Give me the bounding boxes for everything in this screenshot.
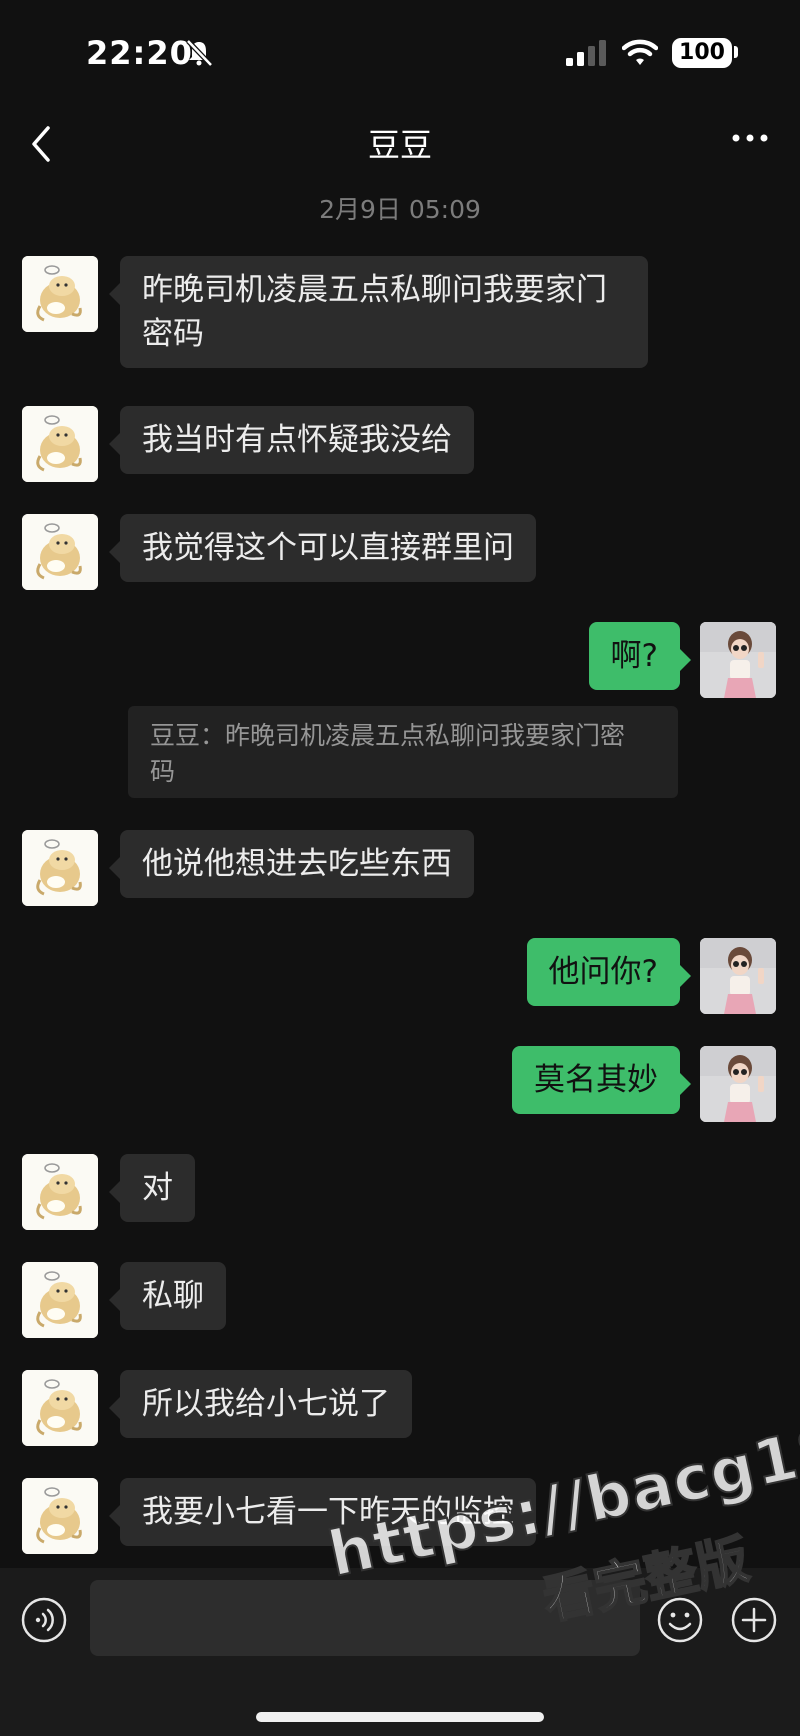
message-bubble-outgoing[interactable]: 啊? [588, 622, 692, 690]
my-avatar[interactable] [700, 622, 776, 698]
message-bubble-incoming[interactable]: 我觉得这个可以直接群里问 [109, 514, 536, 582]
message-bubble-incoming[interactable]: 对 [109, 1154, 195, 1222]
contact-avatar[interactable] [22, 1154, 98, 1230]
contact-avatar[interactable] [22, 406, 98, 482]
message-bubble-incoming[interactable]: 所以我给小七说了 [109, 1370, 412, 1438]
battery-tip [734, 46, 738, 58]
signal-icon [566, 40, 606, 66]
message-input[interactable] [90, 1580, 640, 1656]
message-bubble-incoming[interactable]: 他说他想进去吃些东西 [109, 830, 474, 898]
plus-icon[interactable] [730, 1596, 778, 1644]
contact-avatar[interactable] [22, 256, 98, 332]
message-bubble-incoming[interactable]: 我要小七看一下昨天的监控 [109, 1478, 536, 1546]
status-time: 22:20 [86, 34, 193, 72]
emoji-icon[interactable] [656, 1596, 704, 1644]
contact-avatar[interactable] [22, 830, 98, 906]
message-bubble-outgoing[interactable]: 莫名其妙 [512, 1046, 691, 1114]
contact-avatar[interactable] [22, 1370, 98, 1446]
my-avatar[interactable] [700, 1046, 776, 1122]
message-bubble-incoming[interactable]: 昨晚司机凌晨五点私聊问我要家门 密码 [109, 256, 648, 368]
my-avatar[interactable] [700, 938, 776, 1014]
message-bubble-incoming[interactable]: 私聊 [109, 1262, 226, 1330]
chat-header: 豆豆 [0, 100, 800, 190]
message-bubble-outgoing[interactable]: 他问你? [526, 938, 692, 1006]
input-bar [0, 1568, 800, 1736]
status-bar: 22:20 100 [0, 0, 800, 100]
more-icon[interactable] [724, 118, 776, 158]
mute-bell-icon [186, 39, 213, 67]
wifi-icon [622, 39, 658, 65]
battery-level: 100 [672, 38, 732, 68]
message-bubble-incoming[interactable]: 我当时有点怀疑我没给 [109, 406, 474, 474]
contact-avatar[interactable] [22, 514, 98, 590]
chat-title: 豆豆 [367, 126, 432, 164]
home-indicator [256, 1712, 544, 1722]
message-timestamp: 2月9日 05:09 [319, 195, 481, 224]
voice-icon[interactable] [20, 1596, 68, 1644]
contact-avatar[interactable] [22, 1478, 98, 1554]
quoted-message[interactable]: 豆豆：昨晚司机凌晨五点私聊问我要家门密 码 [128, 706, 678, 798]
contact-avatar[interactable] [22, 1262, 98, 1338]
